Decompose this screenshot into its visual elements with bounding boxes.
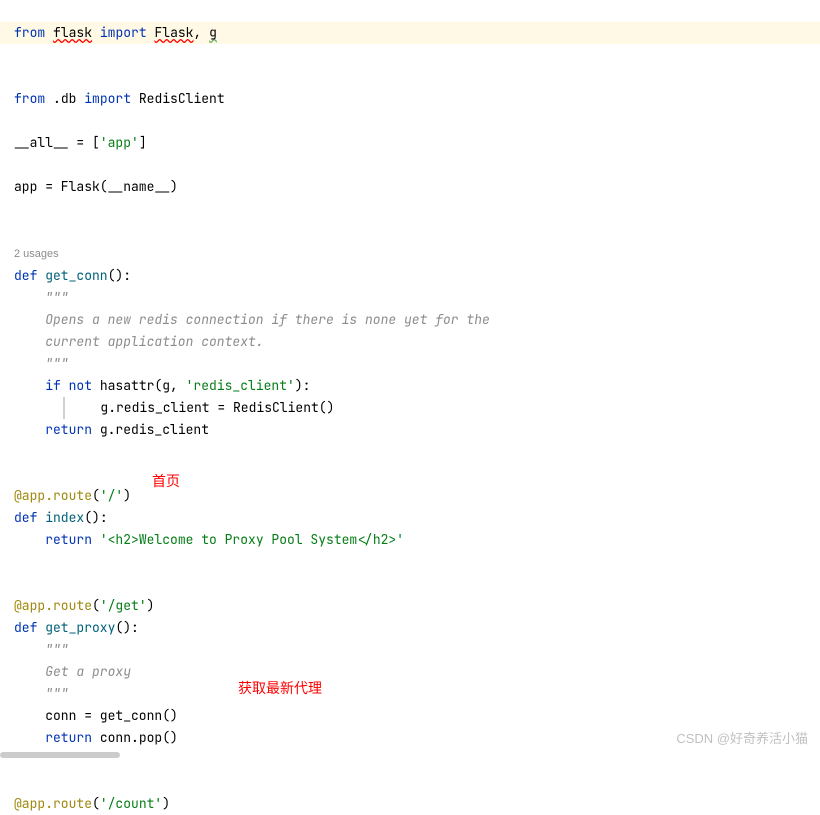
app-assign: app = Flask(__name__) bbox=[14, 178, 178, 195]
func-index: index bbox=[45, 509, 84, 526]
decorator-route: @app.route bbox=[14, 487, 92, 504]
keyword-return: return bbox=[45, 729, 100, 746]
import-g: g bbox=[209, 24, 217, 41]
func-get-conn: get_conn bbox=[45, 267, 107, 284]
keyword-def: def bbox=[14, 267, 45, 284]
docstring-close: """ bbox=[14, 355, 69, 372]
keyword-def: def bbox=[14, 619, 45, 636]
keyword-return: return bbox=[45, 421, 100, 438]
docstring-line: Get a proxy bbox=[14, 663, 131, 680]
keyword-import: import bbox=[100, 24, 147, 41]
conn-assign: conn = get_conn() bbox=[14, 707, 178, 724]
annotation-homepage: 首页 bbox=[152, 470, 180, 492]
keyword-import: import bbox=[84, 90, 131, 107]
horizontal-scrollbar[interactable] bbox=[0, 752, 820, 758]
csdn-watermark: CSDN @好奇养活小猫 bbox=[676, 728, 808, 750]
docstring-close: """ bbox=[14, 685, 69, 702]
assign-redis-client: g.redis_client = RedisClient() bbox=[100, 399, 334, 416]
import-Flask: Flask bbox=[154, 24, 193, 41]
docstring-line: current application context. bbox=[14, 333, 264, 350]
func-get-proxy: get_proxy bbox=[45, 619, 115, 636]
keyword-if-not: if not bbox=[45, 377, 100, 394]
scrollbar-thumb[interactable] bbox=[0, 752, 120, 758]
docstring-open: """ bbox=[14, 289, 69, 306]
gutter-indicator: g.redis_client = RedisClient() bbox=[63, 397, 334, 419]
keyword-return: return bbox=[45, 531, 100, 548]
docstring-line: Opens a new redis connection if there is… bbox=[14, 311, 498, 328]
keyword-from: from bbox=[14, 24, 45, 41]
code-editor[interactable]: from flask import Flask, g from .db impo… bbox=[0, 0, 820, 815]
decorator-route: @app.route bbox=[14, 597, 92, 614]
module-flask: flask bbox=[53, 24, 92, 41]
usages-hint[interactable]: 2 usages bbox=[14, 248, 59, 260]
dunder-all: __all__ = [ bbox=[14, 134, 100, 151]
welcome-string: '<h2>Welcome to Proxy Pool System</h2>' bbox=[100, 531, 404, 548]
keyword-from: from bbox=[14, 90, 45, 107]
highlighted-line: from flask import Flask, g bbox=[0, 22, 820, 44]
annotation-get-latest-proxy: 获取最新代理 bbox=[238, 677, 322, 699]
keyword-def: def bbox=[14, 509, 45, 526]
decorator-route: @app.route bbox=[14, 795, 92, 812]
docstring-open: """ bbox=[14, 641, 69, 658]
